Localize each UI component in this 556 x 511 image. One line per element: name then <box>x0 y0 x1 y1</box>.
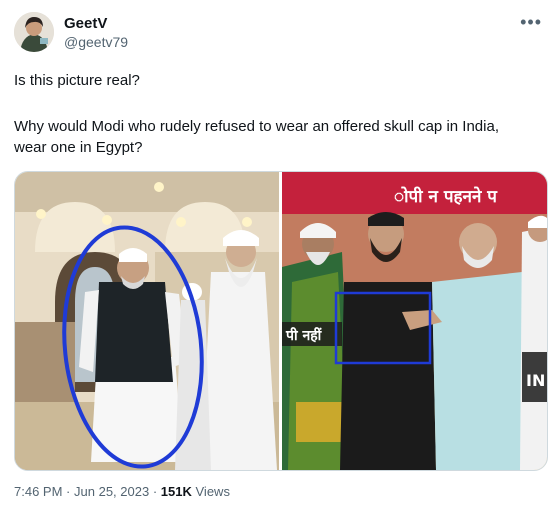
user-handle[interactable]: @geetv79 <box>64 33 128 52</box>
display-name[interactable]: GeetV <box>64 14 128 33</box>
tweet-footer: 7:46 PM · Jun 25, 2023 · 151K Views <box>14 484 230 499</box>
views-label: Views <box>195 484 230 499</box>
tweet-media[interactable]: ोपी न पहनने प पी नहीं IN <box>14 171 548 471</box>
separator-dot: · <box>152 484 158 499</box>
tweet-header: GeetV @geetv79 ••• <box>14 12 544 56</box>
edge-caption: IN <box>526 371 545 390</box>
side-caption: पी नहीं <box>285 327 323 344</box>
media-photo-india[interactable]: ोपी न पहनने प पी नहीं IN <box>282 172 547 470</box>
tweet-time[interactable]: 7:46 PM <box>14 484 62 499</box>
banner-caption: ोपी न पहनने प <box>394 186 498 207</box>
author-block[interactable]: GeetV @geetv79 <box>64 14 128 52</box>
views-count[interactable]: 151K <box>161 484 192 499</box>
tweet-text-line-1: Is this picture real? <box>14 72 140 89</box>
media-photo-egypt[interactable] <box>15 172 279 470</box>
separator-dot: · <box>66 484 71 499</box>
avatar[interactable] <box>14 12 54 52</box>
avatar-image <box>14 12 54 52</box>
tweet-date[interactable]: Jun 25, 2023 <box>74 484 149 499</box>
more-horizontal-icon[interactable]: ••• <box>520 12 542 33</box>
tweet-text-line-2: Why would Modi who rudely refused to wea… <box>14 118 499 156</box>
